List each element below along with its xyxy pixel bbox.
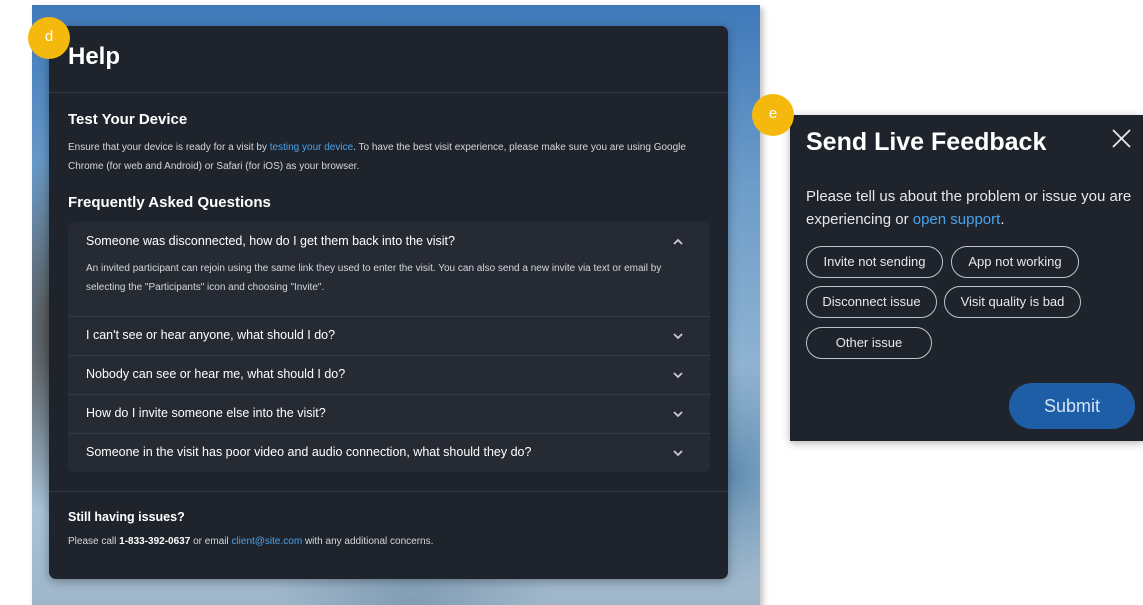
faq-item-nobody-sees-me[interactable]: Nobody can see or hear me, what should I… bbox=[68, 356, 710, 394]
chevron-up-icon[interactable] bbox=[672, 236, 684, 248]
faq-item-invite-someone[interactable]: How do I invite someone else into the vi… bbox=[68, 395, 710, 433]
faq-question[interactable]: How do I invite someone else into the vi… bbox=[86, 406, 326, 420]
faq-accordion: Someone was disconnected, how do I get t… bbox=[68, 222, 710, 472]
chevron-down-icon[interactable] bbox=[672, 330, 684, 342]
faq-item-disconnected[interactable]: Someone was disconnected, how do I get t… bbox=[68, 222, 710, 316]
faq-question[interactable]: Someone in the visit has poor video and … bbox=[86, 445, 531, 459]
testing-device-link[interactable]: testing your device bbox=[270, 142, 353, 153]
faq-question[interactable]: Someone was disconnected, how do I get t… bbox=[86, 234, 455, 248]
faq-item-poor-connection[interactable]: Someone in the visit has poor video and … bbox=[68, 434, 710, 472]
option-other-issue[interactable]: Other issue bbox=[806, 327, 932, 359]
chevron-down-icon[interactable] bbox=[672, 447, 684, 459]
open-support-link[interactable]: open support bbox=[913, 211, 1001, 228]
contact-text: Please call 1-833-392-0637 or email clie… bbox=[68, 536, 434, 547]
support-phone: 1-833-392-0637 bbox=[119, 536, 191, 547]
callout-badge-d: d bbox=[28, 17, 70, 59]
option-invite-not-sending[interactable]: Invite not sending bbox=[806, 246, 943, 278]
test-device-text: Ensure that your device is ready for a v… bbox=[68, 142, 686, 172]
callout-badge-e: e bbox=[752, 94, 794, 136]
help-panel: Help Test Your Device Ensure that your d… bbox=[49, 26, 728, 579]
close-icon[interactable] bbox=[1107, 125, 1135, 153]
support-email-link[interactable]: client@site.com bbox=[231, 536, 302, 547]
option-app-not-working[interactable]: App not working bbox=[951, 246, 1079, 278]
chevron-down-icon[interactable] bbox=[672, 408, 684, 420]
option-visit-quality-bad[interactable]: Visit quality is bad bbox=[944, 286, 1081, 318]
still-having-issues-heading: Still having issues? bbox=[68, 510, 185, 524]
faq-question[interactable]: Nobody can see or hear me, what should I… bbox=[86, 367, 345, 381]
feedback-dialog: Send Live Feedback Please tell us about … bbox=[790, 115, 1143, 441]
faq-answer: An invited participant can rejoin using … bbox=[86, 263, 662, 293]
option-disconnect-issue[interactable]: Disconnect issue bbox=[806, 286, 937, 318]
feedback-title: Send Live Feedback bbox=[806, 128, 1047, 156]
faq-item-cant-see-hear[interactable]: I can't see or hear anyone, what should … bbox=[68, 317, 710, 355]
chevron-down-icon[interactable] bbox=[672, 369, 684, 381]
help-title: Help bbox=[68, 43, 121, 70]
faq-question[interactable]: I can't see or hear anyone, what should … bbox=[86, 328, 335, 342]
test-device-heading: Test Your Device bbox=[68, 111, 188, 128]
submit-button[interactable]: Submit bbox=[1009, 383, 1135, 429]
feedback-prompt: Please tell us about the problem or issu… bbox=[806, 188, 1132, 228]
help-footer-divider bbox=[49, 491, 728, 492]
faq-heading: Frequently Asked Questions bbox=[68, 194, 271, 211]
help-header-divider bbox=[49, 92, 728, 93]
